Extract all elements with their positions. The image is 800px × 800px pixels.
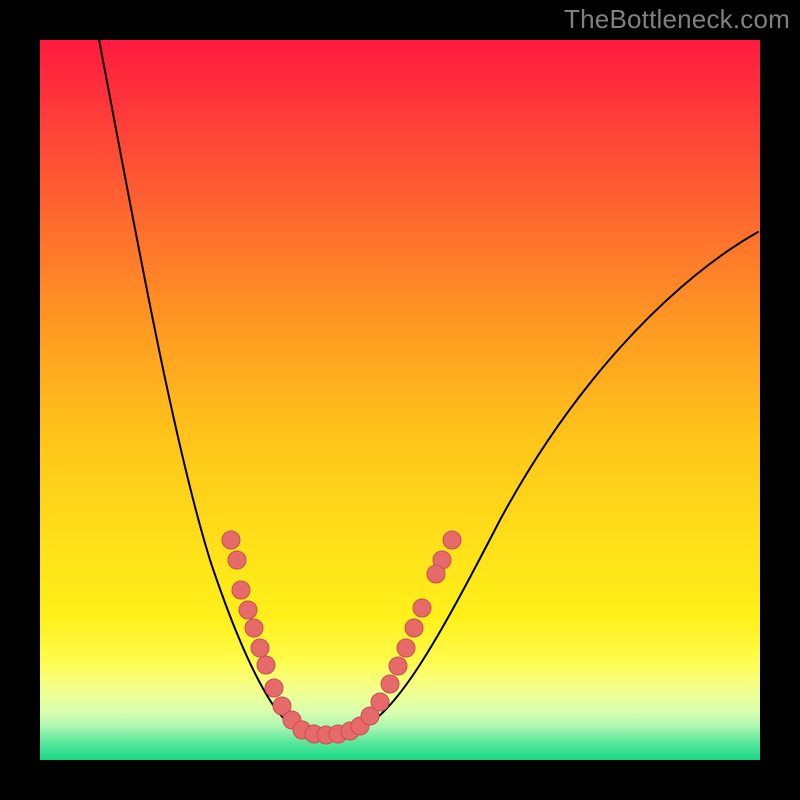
dot <box>371 693 389 711</box>
chart-frame: TheBottleneck.com <box>0 0 800 800</box>
dot <box>232 581 250 599</box>
dot <box>443 531 461 549</box>
watermark-text: TheBottleneck.com <box>564 4 790 35</box>
dot <box>405 619 423 637</box>
dot <box>427 565 445 583</box>
dot <box>222 531 240 549</box>
dot <box>228 551 246 569</box>
dot <box>257 656 275 674</box>
dot <box>389 657 407 675</box>
dot <box>381 675 399 693</box>
dot <box>397 639 415 657</box>
dot <box>265 679 283 697</box>
dot <box>413 599 431 617</box>
dot <box>239 601 257 619</box>
chart-svg <box>0 0 800 800</box>
dot <box>245 619 263 637</box>
dot <box>251 639 269 657</box>
